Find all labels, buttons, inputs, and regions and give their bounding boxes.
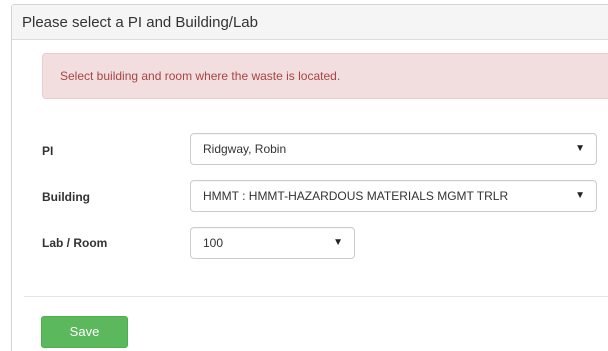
panel-heading: Please select a PI and Building/Lab [12, 5, 608, 40]
room-label: Lab / Room [42, 236, 108, 250]
building-select[interactable]: HMMT : HMMT-HAZARDOUS MATERIALS MGMT TRL… [190, 180, 597, 212]
room-select[interactable]: 100 ▼ [190, 227, 355, 259]
panel-title: Please select a PI and Building/Lab [22, 14, 258, 31]
pi-select[interactable]: Ridgway, Robin ▼ [190, 133, 597, 165]
selection-panel: Please select a PI and Building/Lab Sele… [11, 4, 608, 351]
caret-down-icon: ▼ [575, 143, 585, 154]
form-divider [24, 296, 608, 297]
building-label: Building [42, 190, 90, 204]
caret-down-icon: ▼ [333, 237, 343, 248]
save-button[interactable]: Save [41, 316, 128, 348]
instruction-alert: Select building and room where the waste… [42, 53, 608, 99]
alert-message: Select building and room where the waste… [60, 69, 341, 83]
building-select-value: HMMT : HMMT-HAZARDOUS MATERIALS MGMT TRL… [203, 189, 509, 203]
pi-select-value: Ridgway, Robin [203, 142, 287, 156]
caret-down-icon: ▼ [575, 190, 585, 201]
pi-label: PI [42, 144, 54, 158]
room-select-value: 100 [203, 236, 224, 250]
